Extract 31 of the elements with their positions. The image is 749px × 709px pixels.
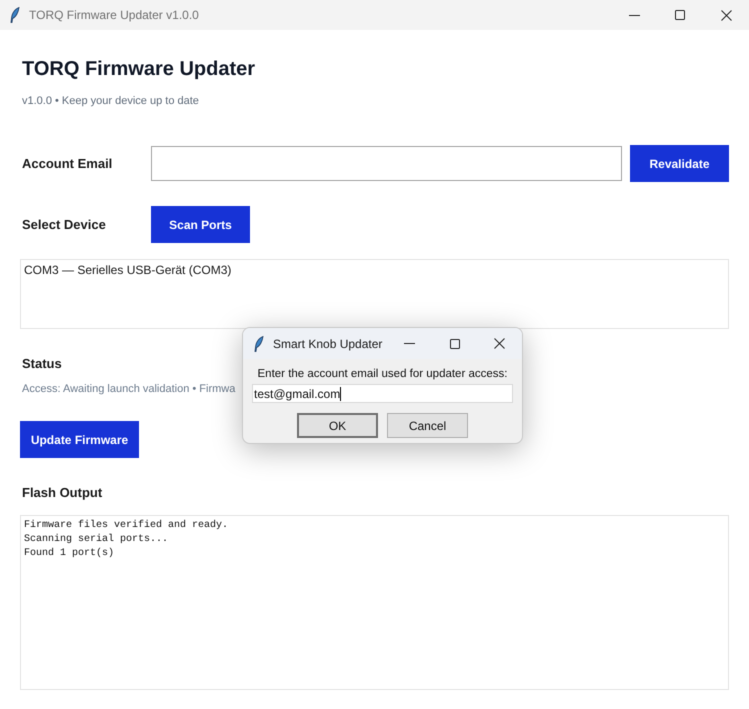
minimize-icon: [404, 343, 415, 344]
dialog-button[interactable]: OK: [297, 413, 378, 438]
input-value: test@gmail.com: [254, 386, 340, 402]
close-icon: [720, 10, 732, 20]
update-firmware-button[interactable]: Update Firmware: [20, 421, 139, 458]
text-cursor: [340, 386, 342, 400]
minimize-icon: [628, 14, 640, 16]
dialog-prompt: Enter the account email used for updater access:: [258, 367, 508, 382]
section-label: Flash Output: [22, 484, 102, 502]
field-label: Select Device: [21, 216, 107, 234]
email-input[interactable]: [150, 146, 622, 181]
status-text: Access: Awaiting launch validation • Firmwa: [22, 382, 236, 397]
section-label: Status: [22, 355, 62, 373]
scan-ports-button[interactable]: Scan Ports: [151, 206, 250, 243]
field-label: Account Email: [21, 154, 114, 173]
device-list-item[interactable]: COM3 — Serielles USB-Gerät (COM3): [21, 262, 728, 278]
app-title: TORQ Firmware Updater: [22, 57, 256, 82]
app-subtitle: v1.0.0 • Keep your device up to date: [22, 94, 199, 109]
close-icon: [494, 338, 505, 349]
log-line: Found 1 port(s): [24, 547, 114, 561]
dialog-email-input[interactable]: test@gmail.com: [252, 384, 513, 403]
maximize-icon: [450, 338, 460, 348]
window-title: TORQ Firmware Updater v1.0.0: [29, 7, 199, 24]
feather-icon: [10, 7, 20, 23]
dialog-button[interactable]: Cancel: [387, 413, 468, 438]
feather-icon: [254, 336, 264, 352]
dialog-title: Smart Knob Updater: [273, 336, 382, 352]
log-line: Scanning serial ports...: [24, 533, 168, 547]
revalidate-button[interactable]: Revalidate: [630, 145, 729, 182]
maximize-icon: [675, 10, 685, 20]
log-line: Firmware files verified and ready.: [24, 519, 228, 533]
